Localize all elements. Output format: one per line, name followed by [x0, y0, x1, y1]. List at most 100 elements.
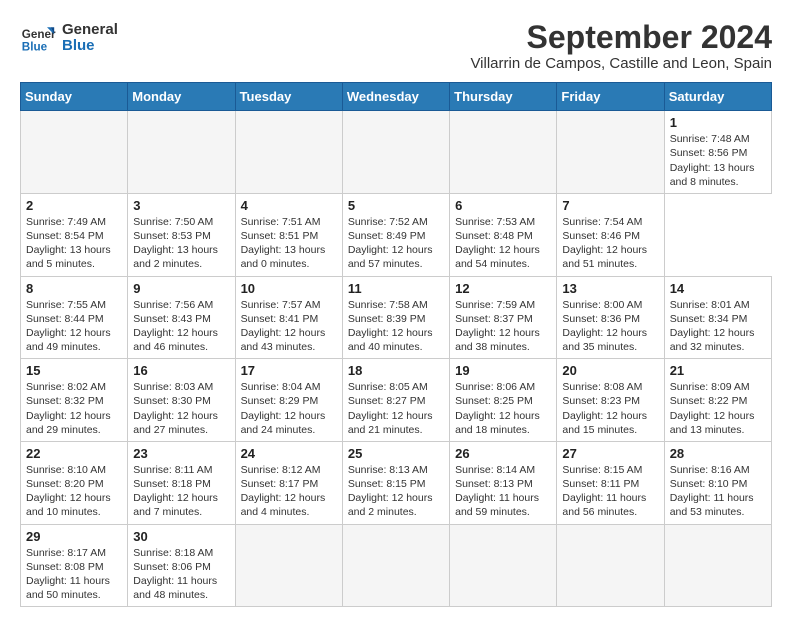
day-number: 6 — [455, 198, 551, 213]
day-info: Sunrise: 7:58 AMSunset: 8:39 PMDaylight:… — [348, 298, 444, 355]
logo: General Blue General Blue — [20, 20, 118, 56]
day-number: 17 — [241, 363, 337, 378]
day-number: 22 — [26, 446, 122, 461]
day-number: 5 — [348, 198, 444, 213]
calendar-day-cell: 21Sunrise: 8:09 AMSunset: 8:22 PMDayligh… — [664, 359, 771, 442]
day-number: 11 — [348, 281, 444, 296]
page-title: September 2024 — [470, 20, 772, 55]
calendar-day-cell: 3 Sunrise: 7:50 AMSunset: 8:53 PMDaylight… — [128, 193, 235, 276]
calendar-week-row: 15 Sunrise: 8:02 AMSunset: 8:32 PMDayligh… — [21, 359, 772, 442]
day-number: 10 — [241, 281, 337, 296]
calendar-day-cell: 24 Sunrise: 8:12 AMSunset: 8:17 PMDayligh… — [235, 441, 342, 524]
day-number: 9 — [133, 281, 229, 296]
calendar-day-cell: 9 Sunrise: 7:56 AMSunset: 8:43 PMDaylight… — [128, 276, 235, 359]
day-info: Sunrise: 7:50 AMSunset: 8:53 PMDaylight:… — [133, 215, 229, 272]
calendar-day-cell — [664, 524, 771, 607]
calendar-day-cell: 28 Sunrise: 8:16 AMSunset: 8:10 PMDayligh… — [664, 441, 771, 524]
calendar-day-cell — [235, 524, 342, 607]
calendar-day-cell: 19 Sunrise: 8:06 AMSunset: 8:25 PMDayligh… — [450, 359, 557, 442]
day-info: Sunrise: 7:57 AMSunset: 8:41 PMDaylight:… — [241, 298, 337, 355]
day-info: Sunrise: 7:48 AMSunset: 8:56 PMDaylight:… — [670, 132, 766, 189]
calendar-day-cell: 12 Sunrise: 7:59 AMSunset: 8:37 PMDayligh… — [450, 276, 557, 359]
day-info: Sunrise: 7:55 AMSunset: 8:44 PMDaylight:… — [26, 298, 122, 355]
calendar-day-cell: 23Sunrise: 8:11 AMSunset: 8:18 PMDayligh… — [128, 441, 235, 524]
calendar-day-cell: 26Sunrise: 8:14 AMSunset: 8:13 PMDayligh… — [450, 441, 557, 524]
calendar-week-row: 8 Sunrise: 7:55 AMSunset: 8:44 PMDaylight… — [21, 276, 772, 359]
calendar-day-cell — [21, 111, 128, 194]
calendar-day-cell — [235, 111, 342, 194]
calendar-day-cell: 1 Sunrise: 7:48 AMSunset: 8:56 PMDaylight… — [664, 111, 771, 194]
day-number: 13 — [562, 281, 658, 296]
day-number: 28 — [670, 446, 766, 461]
day-info: Sunrise: 8:03 AMSunset: 8:30 PMDaylight:… — [133, 380, 229, 437]
day-info: Sunrise: 8:02 AMSunset: 8:32 PMDaylight:… — [26, 380, 122, 437]
calendar-day-cell: 2 Sunrise: 7:49 AMSunset: 8:54 PMDaylight… — [21, 193, 128, 276]
logo-icon: General Blue — [20, 20, 56, 56]
calendar-header-sunday: Sunday — [21, 83, 128, 111]
day-number: 12 — [455, 281, 551, 296]
day-info: Sunrise: 7:53 AMSunset: 8:48 PMDaylight:… — [455, 215, 551, 272]
calendar-day-cell — [128, 111, 235, 194]
calendar-day-cell — [342, 524, 449, 607]
day-number: 25 — [348, 446, 444, 461]
calendar-header-monday: Monday — [128, 83, 235, 111]
page-header: General Blue General Blue September 2024… — [20, 20, 772, 72]
day-info: Sunrise: 8:14 AMSunset: 8:13 PMDaylight:… — [455, 463, 551, 520]
day-number: 4 — [241, 198, 337, 213]
day-info: Sunrise: 8:10 AMSunset: 8:20 PMDaylight:… — [26, 463, 122, 520]
day-number: 8 — [26, 281, 122, 296]
day-number: 19 — [455, 363, 551, 378]
calendar-day-cell: 27Sunrise: 8:15 AMSunset: 8:11 PMDayligh… — [557, 441, 664, 524]
calendar-day-cell: 13 Sunrise: 8:00 AMSunset: 8:36 PMDayligh… — [557, 276, 664, 359]
day-number: 2 — [26, 198, 122, 213]
day-info: Sunrise: 8:04 AMSunset: 8:29 PMDaylight:… — [241, 380, 337, 437]
day-info: Sunrise: 8:16 AMSunset: 8:10 PMDaylight:… — [670, 463, 766, 520]
day-info: Sunrise: 7:52 AMSunset: 8:49 PMDaylight:… — [348, 215, 444, 272]
day-number: 29 — [26, 529, 122, 544]
day-number: 24 — [241, 446, 337, 461]
calendar-week-row: 2 Sunrise: 7:49 AMSunset: 8:54 PMDaylight… — [21, 193, 772, 276]
day-info: Sunrise: 7:56 AMSunset: 8:43 PMDaylight:… — [133, 298, 229, 355]
calendar-day-cell: 25 Sunrise: 8:13 AMSunset: 8:15 PMDayligh… — [342, 441, 449, 524]
day-number: 16 — [133, 363, 229, 378]
day-info: Sunrise: 8:06 AMSunset: 8:25 PMDaylight:… — [455, 380, 551, 437]
calendar-day-cell: 6 Sunrise: 7:53 AMSunset: 8:48 PMDaylight… — [450, 193, 557, 276]
day-number: 15 — [26, 363, 122, 378]
day-info: Sunrise: 8:08 AMSunset: 8:23 PMDaylight:… — [562, 380, 658, 437]
day-info: Sunrise: 7:49 AMSunset: 8:54 PMDaylight:… — [26, 215, 122, 272]
day-info: Sunrise: 8:09 AMSunset: 8:22 PMDaylight:… — [670, 380, 766, 437]
calendar-day-cell: 7Sunrise: 7:54 AMSunset: 8:46 PMDaylight… — [557, 193, 664, 276]
day-info: Sunrise: 7:59 AMSunset: 8:37 PMDaylight:… — [455, 298, 551, 355]
day-info: Sunrise: 8:12 AMSunset: 8:17 PMDaylight:… — [241, 463, 337, 520]
calendar-day-cell — [450, 111, 557, 194]
day-info: Sunrise: 7:51 AMSunset: 8:51 PMDaylight:… — [241, 215, 337, 272]
day-info: Sunrise: 8:05 AMSunset: 8:27 PMDaylight:… — [348, 380, 444, 437]
day-number: 18 — [348, 363, 444, 378]
calendar-day-cell: 20Sunrise: 8:08 AMSunset: 8:23 PMDayligh… — [557, 359, 664, 442]
calendar-day-cell: 29Sunrise: 8:17 AMSunset: 8:08 PMDayligh… — [21, 524, 128, 607]
calendar-header-friday: Friday — [557, 83, 664, 111]
calendar-header-wednesday: Wednesday — [342, 83, 449, 111]
title-area: September 2024 Villarrin de Campos, Cast… — [470, 20, 772, 72]
day-number: 7 — [562, 198, 658, 213]
calendar-day-cell: 15 Sunrise: 8:02 AMSunset: 8:32 PMDayligh… — [21, 359, 128, 442]
day-number: 1 — [670, 115, 766, 130]
calendar-day-cell — [557, 524, 664, 607]
day-info: Sunrise: 8:00 AMSunset: 8:36 PMDaylight:… — [562, 298, 658, 355]
day-info: Sunrise: 8:11 AMSunset: 8:18 PMDaylight:… — [133, 463, 229, 520]
calendar-day-cell: 17 Sunrise: 8:04 AMSunset: 8:29 PMDayligh… — [235, 359, 342, 442]
calendar-week-row: 29Sunrise: 8:17 AMSunset: 8:08 PMDayligh… — [21, 524, 772, 607]
day-info: Sunrise: 8:18 AMSunset: 8:06 PMDaylight:… — [133, 546, 229, 603]
calendar-header-row: SundayMondayTuesdayWednesdayThursdayFrid… — [21, 83, 772, 111]
calendar-day-cell: 4 Sunrise: 7:51 AMSunset: 8:51 PMDaylight… — [235, 193, 342, 276]
calendar-header-saturday: Saturday — [664, 83, 771, 111]
calendar-day-cell: 8 Sunrise: 7:55 AMSunset: 8:44 PMDaylight… — [21, 276, 128, 359]
calendar-week-row: 22 Sunrise: 8:10 AMSunset: 8:20 PMDayligh… — [21, 441, 772, 524]
day-number: 3 — [133, 198, 229, 213]
calendar-day-cell: 18 Sunrise: 8:05 AMSunset: 8:27 PMDayligh… — [342, 359, 449, 442]
day-info: Sunrise: 8:13 AMSunset: 8:15 PMDaylight:… — [348, 463, 444, 520]
calendar-header-tuesday: Tuesday — [235, 83, 342, 111]
svg-text:Blue: Blue — [22, 41, 48, 54]
logo-text-blue: Blue — [62, 38, 118, 55]
calendar-day-cell — [450, 524, 557, 607]
